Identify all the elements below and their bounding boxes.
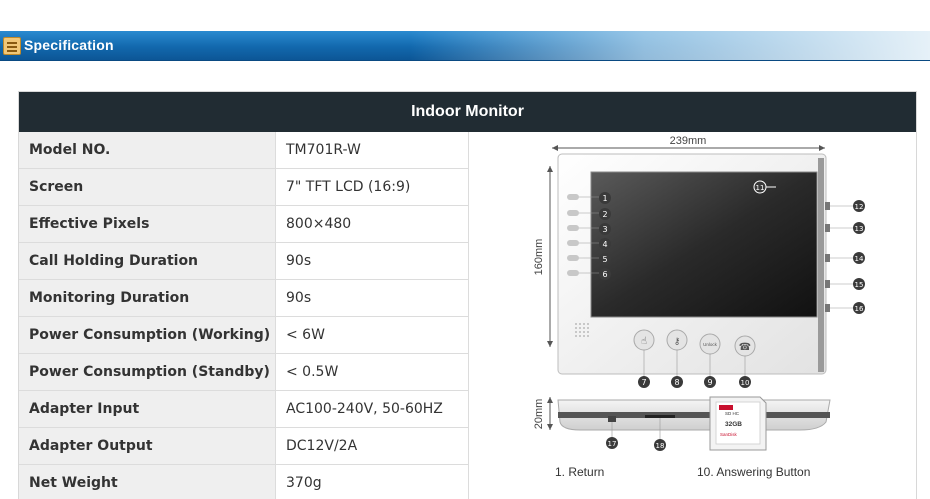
sd-card-stripe: [719, 405, 733, 410]
callout-10-label: 10: [741, 379, 750, 387]
spec-rows: Model NO. TM701R-W Screen 7" TFT LCD (16…: [19, 132, 469, 499]
hand-icon: ☝: [641, 336, 647, 347]
arrow-up-icon: [547, 166, 553, 172]
sd-card-capacity: 32GB: [725, 421, 742, 428]
table-row: Net Weight 370g: [19, 465, 469, 499]
depth-dim-label: 20mm: [533, 399, 545, 430]
row-value: 90s: [276, 280, 469, 316]
side-button: [567, 270, 579, 276]
row-value: 370g: [276, 465, 469, 499]
side-button: [567, 210, 579, 216]
table-row: Adapter Input AC100-240V, 50-60HZ: [19, 391, 469, 428]
callout-12-label: 12: [855, 203, 864, 211]
sd-card-brand: SanDisk: [720, 432, 738, 437]
row-label: Call Holding Duration: [19, 243, 276, 279]
row-label: Power Consumption (Working): [19, 317, 276, 353]
callout-13-label: 13: [855, 225, 864, 233]
callout-2-label: 2: [602, 210, 607, 219]
callout-8-label: 8: [674, 378, 679, 387]
callout-1-label: 1: [602, 194, 607, 203]
legend-item-1: 1. Return: [555, 465, 604, 479]
document-list-icon: [3, 37, 21, 55]
section-title: Specification: [24, 37, 114, 53]
monitor-bottom-view: 17 18: [557, 399, 831, 451]
table-row: Monitoring Duration 90s: [19, 280, 469, 317]
monitor-side-edge: [818, 158, 824, 372]
sd-slot: [645, 415, 675, 418]
key-icon: ⚷: [674, 337, 681, 347]
phone-icon: ☎: [739, 342, 751, 353]
table-row: Call Holding Duration 90s: [19, 243, 469, 280]
table-row: Effective Pixels 800×480: [19, 206, 469, 243]
callout-11-label: 11: [756, 184, 765, 192]
side-button: [567, 225, 579, 231]
row-value: AC100-240V, 50-60HZ: [276, 391, 469, 427]
side-port: [825, 280, 830, 288]
row-label: Screen: [19, 169, 276, 205]
row-value: < 6W: [276, 317, 469, 353]
row-label: Net Weight: [19, 465, 276, 499]
side-port: [825, 304, 830, 312]
side-ports: 12 13 14 15 16: [825, 200, 865, 314]
width-dimension: 239mm: [552, 135, 825, 151]
depth-dimension: 20mm: [533, 397, 553, 430]
callout-9-label: 9: [707, 378, 712, 387]
sd-card-type: SD HC: [725, 411, 740, 416]
table-row: Power Consumption (Working) < 6W: [19, 317, 469, 354]
callout-18-label: 18: [656, 442, 665, 450]
width-dim-label: 239mm: [670, 135, 707, 147]
callout-5-label: 5: [602, 255, 607, 264]
header-gradient: [410, 31, 930, 60]
row-label: Adapter Input: [19, 391, 276, 427]
arrow-right-icon: [819, 145, 825, 151]
side-button: [567, 255, 579, 261]
row-label: Monitoring Duration: [19, 280, 276, 316]
callout-4-label: 4: [602, 240, 607, 249]
callout-16-label: 16: [855, 305, 864, 313]
power-port: [608, 416, 616, 422]
product-figure: 239mm 160mm 11 1 2 3 4 5 6 ☝ ⚷ Unlock ☎ …: [470, 132, 916, 499]
side-button: [567, 194, 579, 200]
monitor-diagram: 239mm 160mm 11 1 2 3 4 5 6 ☝ ⚷ Unlock ☎ …: [533, 135, 865, 479]
spec-table: Indoor Monitor Model NO. TM701R-W Screen…: [18, 91, 917, 499]
side-port: [825, 224, 830, 232]
callout-7-label: 7: [641, 378, 646, 387]
bottom-view-stripe: [558, 412, 830, 418]
side-button: [567, 240, 579, 246]
unlock-button-text: Unlock: [703, 342, 718, 347]
row-value: 800×480: [276, 206, 469, 242]
row-value: DC12V/2A: [276, 428, 469, 464]
sd-card: SD HC 32GB SanDisk: [709, 396, 767, 451]
table-row: Screen 7" TFT LCD (16:9): [19, 169, 469, 206]
legend-item-10: 10. Answering Button: [697, 465, 810, 479]
table-row: Model NO. TM701R-W: [19, 132, 469, 169]
row-label: Adapter Output: [19, 428, 276, 464]
row-value: TM701R-W: [276, 132, 469, 168]
table-row: Power Consumption (Standby) < 0.5W: [19, 354, 469, 391]
arrow-up-icon: [547, 397, 553, 403]
row-label: Model NO.: [19, 132, 276, 168]
monitor-screen: [590, 171, 818, 318]
callout-17-label: 17: [608, 440, 617, 448]
side-port: [825, 202, 830, 210]
table-row: Adapter Output DC12V/2A: [19, 428, 469, 465]
arrow-down-icon: [547, 424, 553, 430]
height-dim-label: 160mm: [533, 239, 545, 276]
row-label: Power Consumption (Standby): [19, 354, 276, 390]
row-value: < 0.5W: [276, 354, 469, 390]
arrow-down-icon: [547, 341, 553, 347]
callout-3-label: 3: [602, 225, 607, 234]
callout-15-label: 15: [855, 281, 864, 289]
callout-14-label: 14: [855, 255, 864, 263]
table-title: Indoor Monitor: [19, 92, 916, 132]
specification-header: Specification: [0, 31, 930, 61]
side-port: [825, 254, 830, 262]
row-value: 90s: [276, 243, 469, 279]
row-label: Effective Pixels: [19, 206, 276, 242]
height-dimension: 160mm: [533, 166, 553, 347]
arrow-left-icon: [552, 145, 558, 151]
callout-6-label: 6: [602, 270, 607, 279]
row-value: 7" TFT LCD (16:9): [276, 169, 469, 205]
